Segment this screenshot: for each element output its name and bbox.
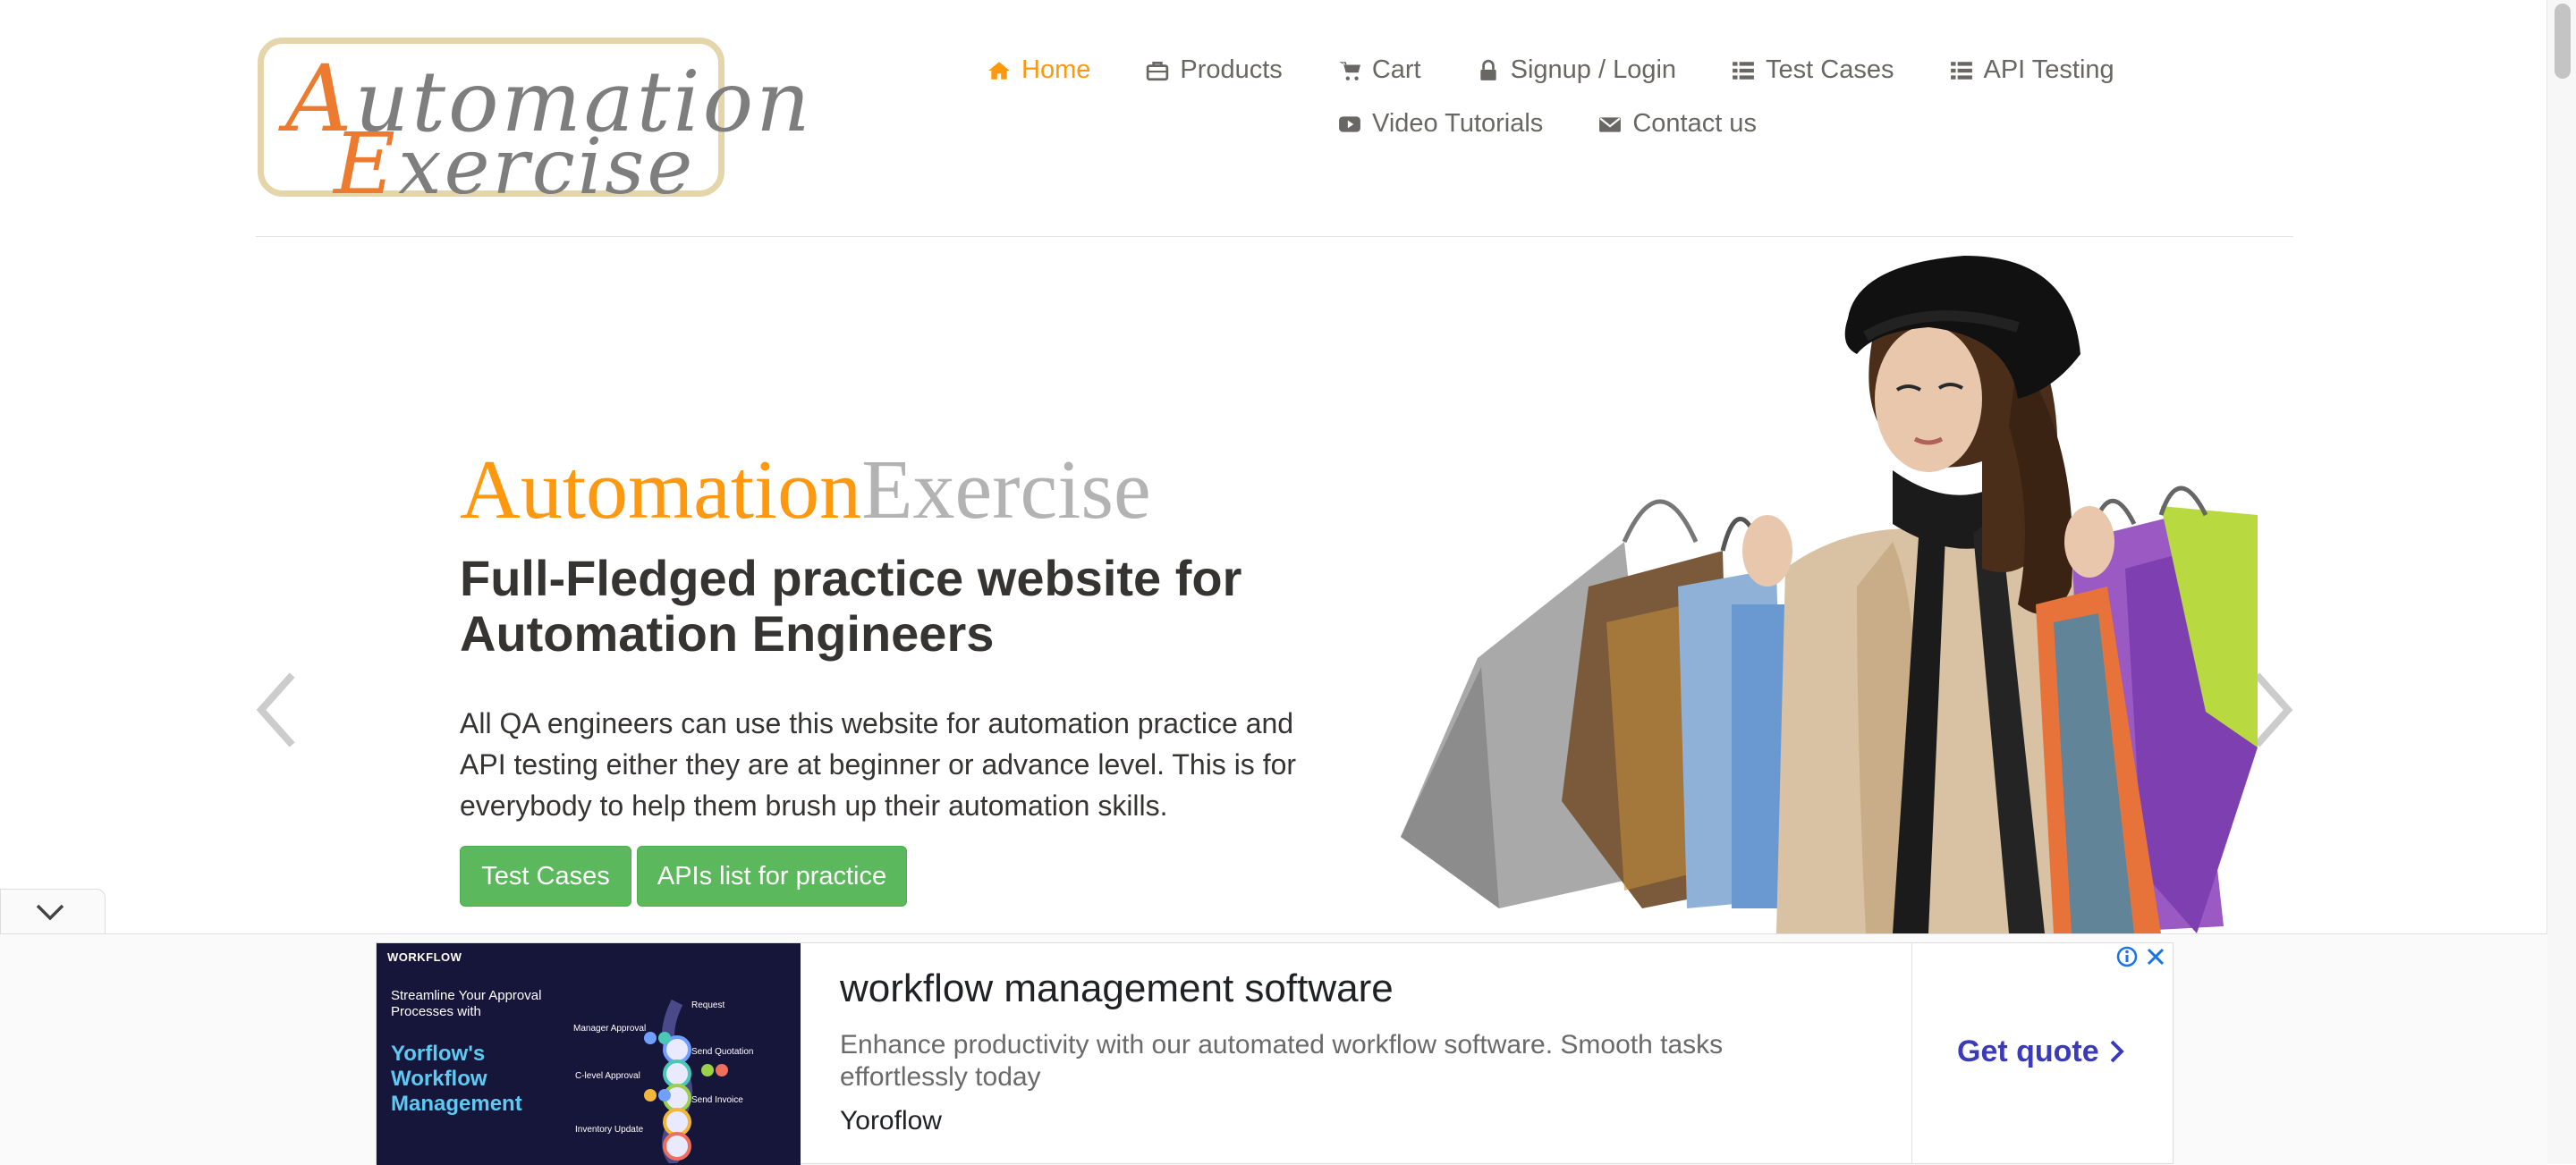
- hero-image-girl-with-bags: [1392, 247, 2258, 933]
- ad-cta-button[interactable]: Get quote: [1957, 1034, 2126, 1069]
- ad-image[interactable]: WORKFLOW Streamline Your Approval Proces…: [377, 943, 801, 1165]
- header-divider: [256, 236, 2293, 237]
- nav-cart[interactable]: Cart: [1338, 55, 1421, 85]
- apis-list-button[interactable]: APIs list for practice: [637, 846, 907, 907]
- ad-image-brand: WORKFLOW: [387, 950, 462, 964]
- main-nav-row-1: Home Products Cart Signup / Login Test C…: [987, 55, 2114, 85]
- products-icon: [1146, 59, 1169, 82]
- lock-icon: [1477, 59, 1500, 82]
- hero-subtitle: Full-Fledged practice website for Automa…: [460, 550, 1242, 662]
- chevron-right-icon: [2110, 1040, 2124, 1063]
- ad-step-label: Send Quotation: [691, 1047, 754, 1057]
- ad-description: Enhance productivity with our automated …: [840, 1030, 1724, 1092]
- scrollbar-thumb[interactable]: [2555, 4, 2571, 79]
- ad-close-icon[interactable]: [2144, 945, 2167, 968]
- nav-test-cases[interactable]: Test Cases: [1732, 55, 1894, 85]
- list-icon: [1950, 59, 1973, 82]
- nav-products[interactable]: Products: [1146, 55, 1283, 85]
- nav-signup-login[interactable]: Signup / Login: [1477, 55, 1676, 85]
- ad-collapse-toggle[interactable]: [0, 889, 106, 934]
- home-icon: [987, 59, 1011, 82]
- ad-step-label: Send Invoice: [691, 1095, 743, 1105]
- ad-step-label: C-level Approval: [575, 1071, 640, 1081]
- ad-step-label: Manager Approval: [573, 1024, 647, 1034]
- test-cases-button[interactable]: Test Cases: [460, 846, 631, 907]
- carousel-prev-arrow[interactable]: [254, 672, 297, 747]
- advertisement[interactable]: WORKFLOW Streamline Your Approval Proces…: [376, 942, 2174, 1165]
- ad-step-label: Request: [691, 1000, 725, 1010]
- ad-image-tagline: Streamline Your Approval Processes with: [391, 988, 542, 1019]
- nav-video-tutorials[interactable]: Video Tutorials: [1338, 109, 1543, 139]
- chevron-down-icon: [36, 904, 64, 921]
- youtube-play-icon: [1338, 113, 1361, 136]
- hero-title: AutomationExercise: [460, 443, 1151, 536]
- main-nav-row-2: Video Tutorials Contact us: [1338, 109, 1757, 139]
- ad-step-label: Inventory Update: [575, 1125, 644, 1135]
- nav-contact-us[interactable]: Contact us: [1598, 109, 1757, 139]
- site-logo[interactable]: Automation Exercise: [258, 38, 810, 214]
- ad-info-icon[interactable]: [2115, 945, 2139, 968]
- nav-api-testing[interactable]: API Testing: [1950, 55, 2114, 85]
- cart-icon: [1338, 59, 1361, 82]
- ad-advertiser[interactable]: Yoroflow: [840, 1106, 942, 1136]
- ad-headline[interactable]: workflow management software: [840, 967, 1394, 1011]
- nav-home[interactable]: Home: [987, 55, 1090, 85]
- list-icon: [1732, 59, 1755, 82]
- carousel-next-arrow[interactable]: [2252, 672, 2295, 747]
- hero-description: All QA engineers can use this website fo…: [460, 707, 1297, 822]
- logo-line-2: Exercise: [334, 115, 696, 214]
- page-scrollbar[interactable]: [2546, 0, 2576, 1164]
- ad-image-product: Yorflow's Workflow Management: [391, 1042, 522, 1116]
- ad-cta-area[interactable]: Get quote: [1911, 943, 2174, 1163]
- envelope-icon: [1598, 113, 1622, 136]
